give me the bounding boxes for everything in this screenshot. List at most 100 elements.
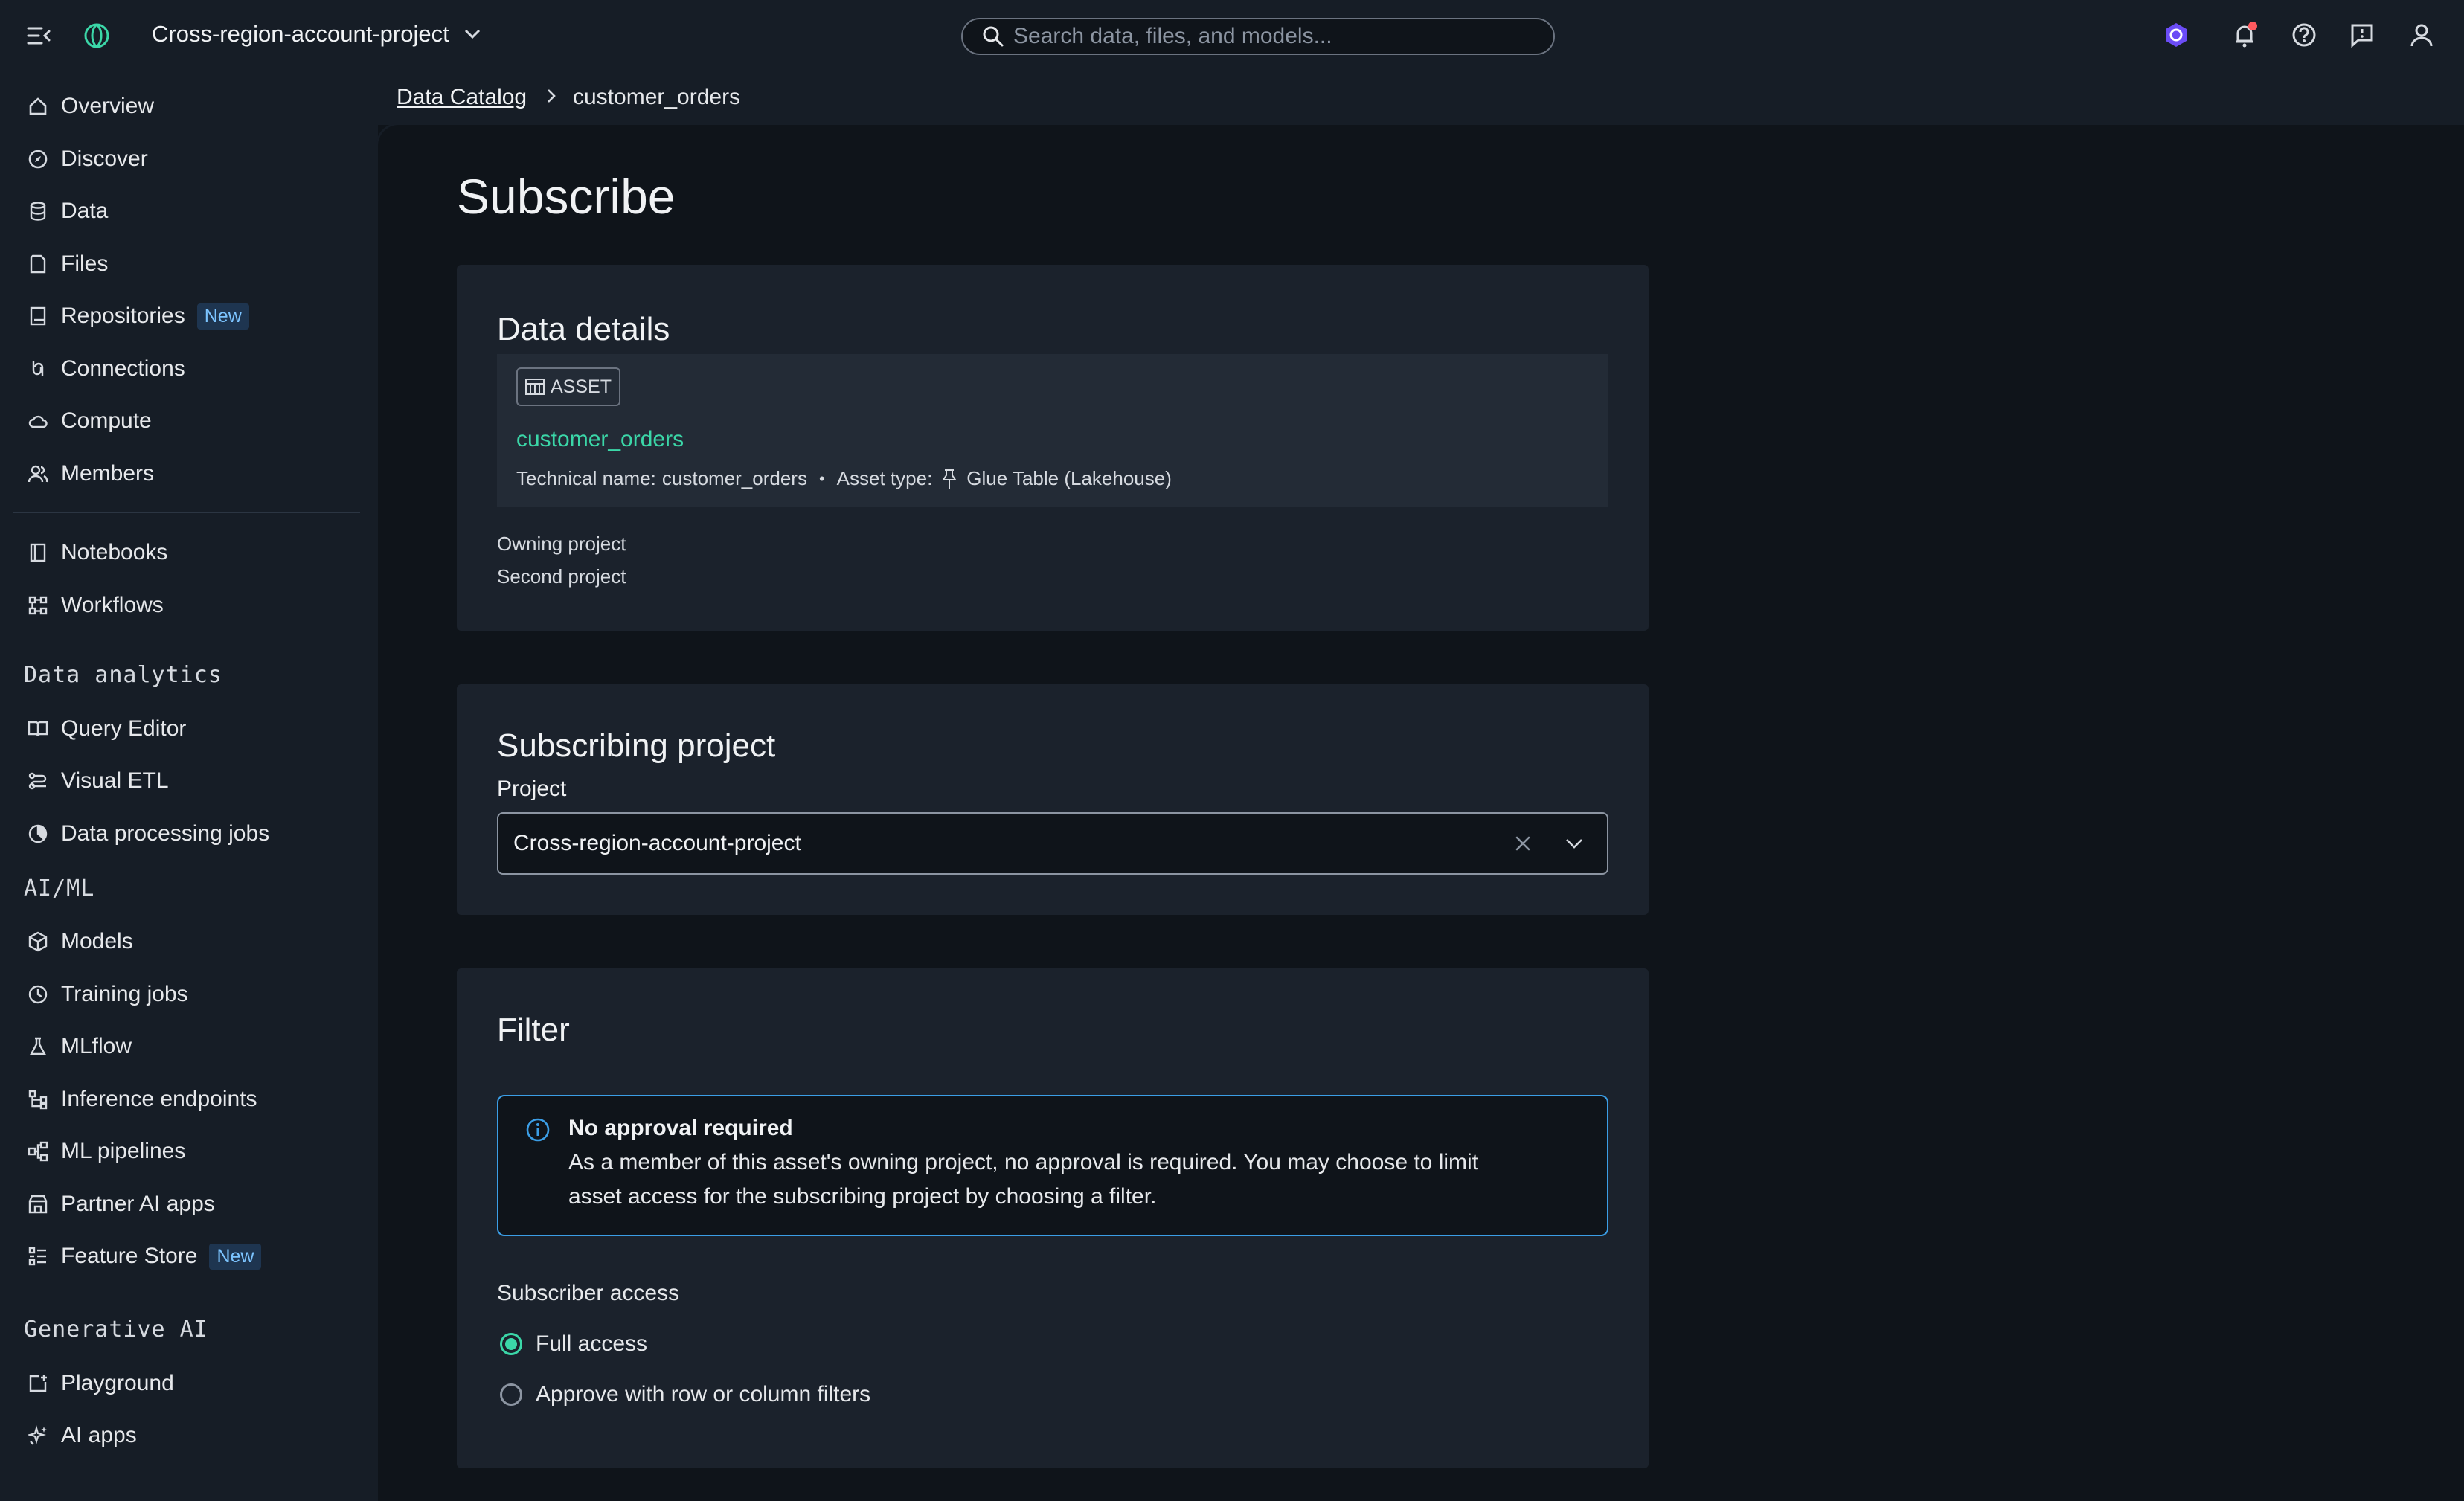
sidebar: Overview Discover Data Files Repositorie…: [0, 70, 378, 1501]
sidebar-item-connections[interactable]: Connections: [25, 348, 185, 390]
sidebar-item-training-jobs[interactable]: Training jobs: [25, 974, 188, 1015]
project-selector[interactable]: Cross-region-account-project: [152, 21, 481, 48]
separator-dot: •: [818, 469, 825, 488]
collapse-menu-icon[interactable]: [25, 22, 52, 49]
sidebar-item-query-editor[interactable]: Query Editor: [25, 708, 186, 750]
chevron-down-icon: [464, 29, 481, 39]
compass-icon: [25, 147, 51, 172]
notifications-icon[interactable]: [2230, 21, 2259, 49]
sidebar-item-label: Data processing jobs: [61, 821, 270, 846]
project-select-value: Cross-region-account-project: [513, 831, 801, 855]
technical-name-label: Technical name:: [516, 467, 656, 489]
global-search[interactable]: [961, 18, 1555, 55]
pie-icon: [25, 821, 51, 846]
sidebar-item-workflows[interactable]: Workflows: [25, 585, 164, 626]
sidebar-item-label: Workflows: [61, 593, 164, 617]
data-details-heading: Data details: [497, 311, 670, 347]
asset-tag-label: ASSET: [551, 376, 612, 397]
store-icon: [25, 1192, 51, 1217]
asset-type-value: Glue Table (Lakehouse): [966, 467, 1172, 489]
asset-type-label: Asset type:: [836, 467, 933, 489]
sidebar-item-notebooks[interactable]: Notebooks: [25, 532, 167, 573]
sidebar-item-ai-apps[interactable]: AI apps: [25, 1415, 137, 1456]
pipeline-icon: [25, 1139, 51, 1164]
sidebar-item-label: Feature Store: [61, 1244, 198, 1268]
sidebar-item-label: Query Editor: [61, 716, 187, 741]
sidebar-item-partner-ai-apps[interactable]: Partner AI apps: [25, 1183, 215, 1225]
q-assistant-icon[interactable]: [2162, 21, 2190, 49]
sidebar-item-visual-etl[interactable]: Visual ETL: [25, 760, 169, 802]
sidebar-item-label: Data: [61, 199, 109, 223]
sidebar-item-data-processing-jobs[interactable]: Data processing jobs: [25, 813, 269, 855]
feedback-icon[interactable]: [2348, 21, 2376, 49]
sidebar-item-label: Training jobs: [61, 982, 188, 1006]
sidebar-item-label: Overview: [61, 94, 155, 118]
sidebar-item-label: Compute: [61, 408, 152, 433]
clock-icon: [25, 982, 51, 1007]
sidebar-item-label: Files: [61, 251, 109, 276]
asset-name-link[interactable]: customer_orders: [516, 427, 684, 452]
subscribing-project-panel: Subscribing project Project Cross-region…: [457, 684, 1649, 915]
sidebar-item-label: Members: [61, 461, 155, 486]
sidebar-item-playground[interactable]: Playground: [25, 1363, 174, 1404]
radio-button[interactable]: [500, 1383, 522, 1406]
data-details-panel: Data details ASSET customer_orders Techn…: [457, 265, 1649, 631]
radio-full-access[interactable]: Full access: [500, 1331, 647, 1357]
radio-row-column-filters[interactable]: Approve with row or column filters: [500, 1382, 870, 1407]
breadcrumb-link-data-catalog[interactable]: Data Catalog: [397, 85, 527, 110]
filter-heading: Filter: [497, 1012, 570, 1048]
alert-title: No approval required: [568, 1116, 793, 1140]
project-select[interactable]: Cross-region-account-project: [497, 812, 1608, 875]
sidebar-item-label: Visual ETL: [61, 768, 169, 793]
chevron-down-icon[interactable]: [1565, 838, 1583, 849]
cloud-icon: [25, 408, 51, 434]
asset-meta: Technical name: customer_orders • Asset …: [516, 467, 1172, 490]
search-input[interactable]: [1012, 23, 1521, 50]
book-icon: [25, 303, 51, 329]
search-icon: [982, 25, 1004, 48]
sidebar-item-label: Connections: [61, 356, 185, 381]
glue-icon: [941, 468, 957, 490]
sparkle-icon: [25, 1423, 51, 1448]
subscribing-project-heading: Subscribing project: [497, 727, 776, 764]
product-logo-icon[interactable]: [80, 19, 113, 52]
sidebar-item-label: ML pipelines: [61, 1139, 186, 1163]
page-title: Subscribe: [457, 169, 676, 224]
sidebar-divider: [13, 512, 360, 513]
sidebar-item-models[interactable]: Models: [25, 921, 133, 962]
sidebar-item-label: Partner AI apps: [61, 1192, 215, 1216]
sidebar-item-mlflow[interactable]: MLflow: [25, 1026, 132, 1067]
sidebar-item-overview[interactable]: Overview: [25, 86, 154, 127]
connection-icon: [25, 356, 51, 382]
sidebar-item-data[interactable]: Data: [25, 190, 108, 232]
radio-button-selected[interactable]: [500, 1333, 522, 1355]
home-icon: [25, 94, 51, 119]
clear-icon[interactable]: [1515, 835, 1531, 852]
sidebar-item-members[interactable]: Members: [25, 453, 154, 495]
sidebar-item-repositories[interactable]: Repositories New: [25, 295, 249, 337]
endpoint-icon: [25, 1087, 51, 1112]
help-icon[interactable]: [2290, 21, 2318, 49]
user-profile-icon[interactable]: [2407, 21, 2436, 49]
members-icon: [25, 461, 51, 486]
section-title-generative-ai: Generative AI: [24, 1317, 208, 1343]
new-badge: New: [196, 303, 249, 330]
etl-icon: [25, 768, 51, 794]
section-title-data-analytics: Data analytics: [24, 662, 222, 688]
radio-label: Approve with row or column filters: [536, 1382, 871, 1407]
notebook-icon: [25, 540, 51, 565]
section-title-ai-ml: AI/ML: [24, 875, 95, 901]
sidebar-item-files[interactable]: Files: [25, 243, 108, 285]
chevron-right-icon: [546, 88, 556, 104]
sidebar-item-feature-store[interactable]: Feature Store New: [25, 1235, 262, 1277]
open-book-icon: [25, 716, 51, 742]
sidebar-item-discover[interactable]: Discover: [25, 138, 148, 180]
alert-line-1: As a member of this asset's owning proje…: [568, 1150, 1479, 1174]
sidebar-item-compute[interactable]: Compute: [25, 400, 152, 442]
owning-project-label: Owning project: [497, 533, 626, 555]
sidebar-item-inference-endpoints[interactable]: Inference endpoints: [25, 1079, 257, 1120]
database-icon: [25, 199, 51, 224]
sidebar-item-ml-pipelines[interactable]: ML pipelines: [25, 1131, 185, 1172]
info-icon: [525, 1117, 551, 1142]
sidebar-item-label: Models: [61, 929, 133, 954]
